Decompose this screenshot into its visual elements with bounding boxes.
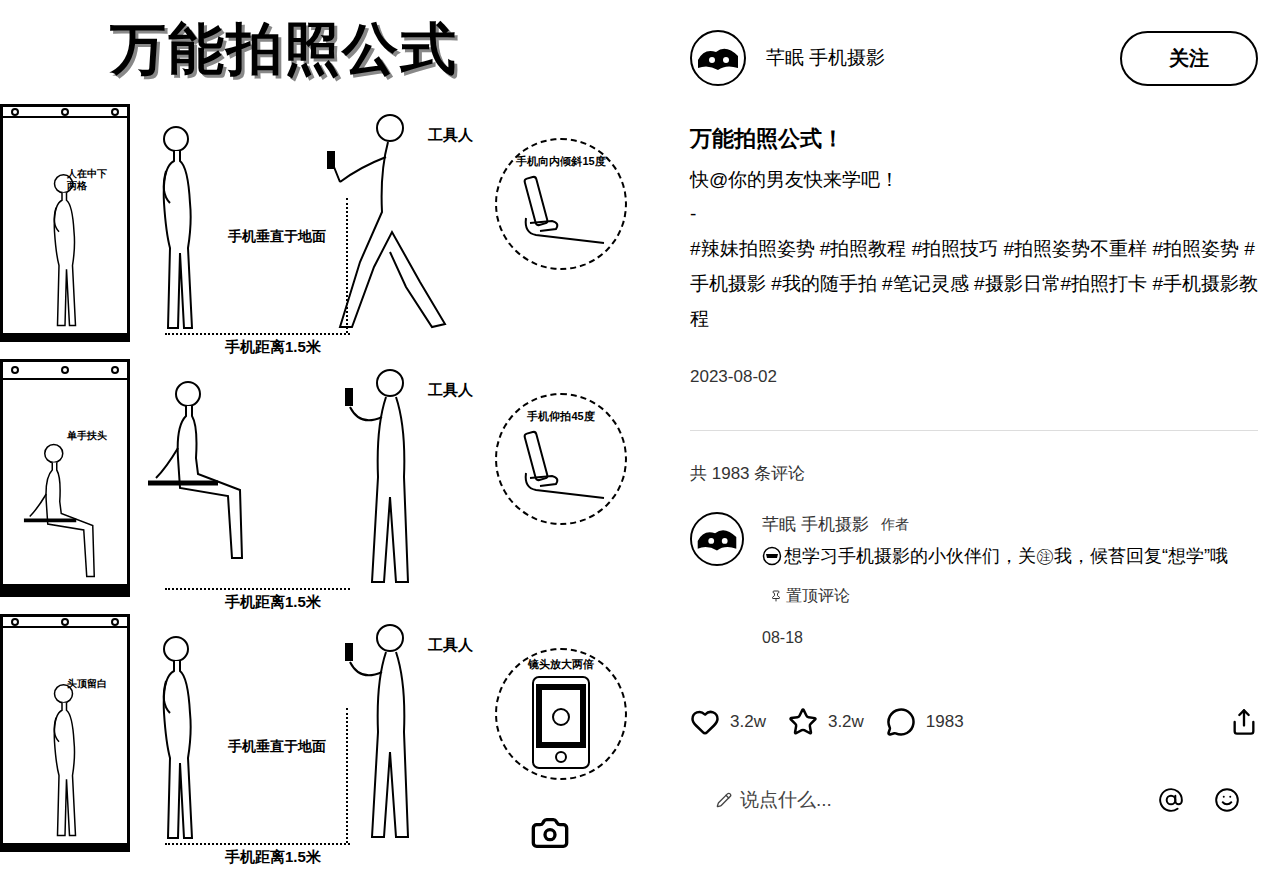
photographer-label: 工具人 — [428, 634, 473, 657]
tutorial-row: 人在中下两格工具人手机垂直于地面手机距离1.5米手机向内倾斜15度 — [0, 98, 665, 353]
angle-label: 手机垂直于地面 — [228, 736, 326, 757]
example-photo-frame: 人在中下两格 — [0, 104, 130, 342]
post-date: 2023-08-02 — [690, 364, 1258, 390]
frame-dot-icon — [111, 618, 119, 626]
distance-label: 手机距离1.5米 — [225, 336, 321, 359]
photographer-label: 工具人 — [428, 124, 473, 147]
frame-dot-icon — [61, 366, 69, 374]
inset-label: 镜头放大两倍 — [501, 658, 621, 671]
comment-input[interactable]: 说点什么... — [690, 786, 1158, 815]
distance-line — [165, 333, 350, 335]
angle-label: 手机垂直于地面 — [228, 226, 326, 247]
model-figure-icon — [43, 682, 88, 843]
distance-line — [165, 843, 350, 845]
author-header: 芊眠 手机摄影关注 — [690, 30, 1258, 86]
frame-label: 单手扶头 — [67, 430, 115, 442]
heart-icon[interactable] — [690, 707, 720, 737]
mention-icon[interactable] — [1158, 787, 1184, 813]
action-item[interactable]: 3.2w — [690, 707, 766, 737]
example-photo-frame: 头顶留白 — [0, 614, 130, 852]
vertical-guide-line — [346, 198, 348, 333]
distance-label: 手机距离1.5米 — [225, 846, 321, 869]
distance-label: 手机距离1.5米 — [225, 591, 321, 614]
model-figure-icon — [24, 442, 107, 585]
detail-inset: 手机仰拍45度 — [495, 393, 627, 525]
detail-inset: 手机向内倾斜15度 — [495, 138, 627, 270]
post-hashtags[interactable]: #辣妹拍照姿势 #拍照教程 #拍照技巧 #拍照姿势不重样 #拍照姿势 #手机摄影… — [690, 231, 1258, 336]
comment-time: 08-18 — [762, 626, 1258, 650]
model-figure-icon — [148, 633, 208, 848]
vertical-guide-line — [346, 708, 348, 843]
distance-line — [165, 588, 350, 590]
post-body: 快@你的男友快来学吧！-#辣妹拍照姿势 #拍照教程 #拍照技巧 #拍照姿势不重样… — [690, 163, 1258, 336]
tutorial-row: 单手扶头工具人手机距离1.5米手机仰拍45度 — [0, 353, 665, 608]
frame-dot-icon — [61, 108, 69, 116]
frame-dot-icon — [11, 108, 19, 116]
comment-icon[interactable] — [886, 707, 916, 737]
action-bar: 3.2w 3.2w 1983 — [690, 697, 1258, 747]
photographer-figure-icon — [320, 367, 450, 592]
post-image: 万能拍照公式人在中下两格工具人手机垂直于地面手机距离1.5米手机向内倾斜15度单… — [0, 0, 665, 887]
author-name[interactable]: 芊眠 手机摄影 — [766, 44, 1120, 73]
comment-text: 想学习手机摄影的小伙伴们，关㊟我，候苔回复“想学”哦 — [762, 542, 1258, 570]
photographer-label: 工具人 — [428, 379, 473, 402]
avatar-icon[interactable] — [690, 512, 744, 566]
detail-inset: 镜头放大两倍 — [495, 648, 627, 780]
photographer-figure-icon — [320, 622, 450, 847]
comment-input-bar: 说点什么... — [690, 775, 1258, 825]
hand-holding-phone-icon — [516, 173, 606, 253]
frame-dot-icon — [61, 618, 69, 626]
share-icon[interactable] — [1230, 708, 1258, 736]
inset-label: 手机仰拍45度 — [501, 410, 621, 423]
author-badge: 作者 — [881, 514, 909, 535]
follow-button[interactable]: 关注 — [1120, 31, 1258, 86]
example-photo-frame: 单手扶头 — [0, 359, 130, 597]
star-icon[interactable] — [788, 707, 818, 737]
frame-dot-icon — [111, 366, 119, 374]
phone-screen-icon — [531, 675, 591, 770]
camera-icon — [530, 813, 570, 853]
action-item[interactable]: 1983 — [886, 707, 964, 737]
comment: 芊眠 手机摄影作者想学习手机摄影的小伙伴们，关㊟我，候苔回复“想学”哦置顶评论 0… — [690, 512, 1258, 650]
app: 万能拍照公式人在中下两格工具人手机垂直于地面手机距离1.5米手机向内倾斜15度单… — [0, 0, 1280, 887]
frame-dot-icon — [111, 108, 119, 116]
hand-holding-phone-icon — [516, 428, 606, 508]
frame-dot-icon — [11, 618, 19, 626]
frame-label: 人在中下两格 — [67, 168, 115, 192]
post-detail: 芊眠 手机摄影关注万能拍照公式！快@你的男友快来学吧！-#辣妹拍照姿势 #拍照教… — [665, 0, 1280, 887]
monkey-emoji-icon — [762, 546, 782, 566]
image-title: 万能拍照公式 — [110, 7, 458, 91]
model-figure-icon — [148, 123, 208, 338]
post-title: 万能拍照公式！ — [690, 123, 1258, 155]
pinned-label: 置顶评论 — [762, 584, 1258, 608]
pencil-icon — [716, 792, 732, 808]
emoji-icon[interactable] — [1214, 787, 1240, 813]
comments-count: 共 1983 条评论 — [690, 461, 1258, 487]
frame-label: 头顶留白 — [67, 678, 115, 690]
action-item[interactable]: 3.2w — [788, 707, 864, 737]
inset-label: 手机向内倾斜15度 — [501, 155, 621, 168]
post-body-line: 快@你的男友快来学吧！ — [690, 163, 1258, 197]
pin-icon — [770, 590, 782, 602]
model-figure-icon — [148, 378, 258, 568]
comment-author[interactable]: 芊眠 手机摄影 — [762, 512, 869, 538]
photographer-figure-icon — [320, 112, 450, 337]
post-body-line: - — [690, 197, 1258, 231]
model-figure-icon — [43, 172, 88, 333]
avatar-icon[interactable] — [690, 30, 746, 86]
frame-dot-icon — [11, 366, 19, 374]
